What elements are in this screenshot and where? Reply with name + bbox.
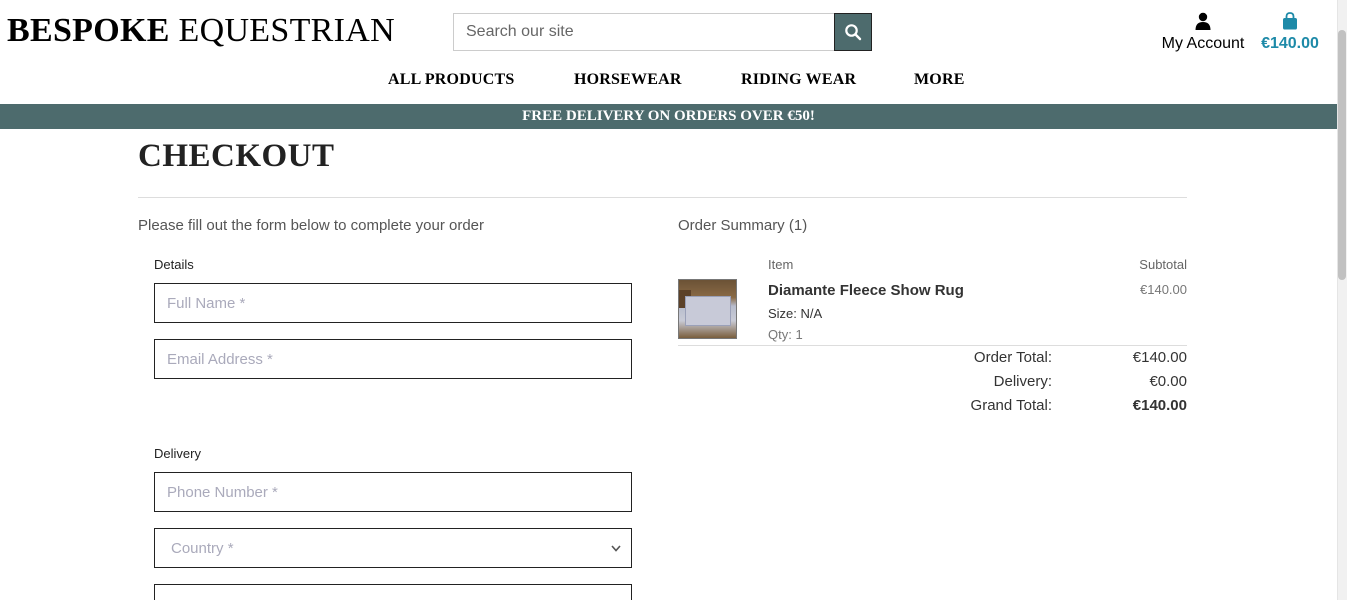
phone-field[interactable] (154, 472, 632, 512)
delivery-cost-value: €0.00 (1149, 373, 1187, 390)
product-size: Size: N/A (768, 306, 823, 321)
country-select-value: Country * (171, 539, 234, 557)
product-name: Diamante Fleece Show Rug (768, 282, 964, 299)
address-field[interactable] (154, 584, 632, 600)
nav-riding-wear[interactable]: RIDING WEAR (741, 71, 856, 89)
grand-total-value: €140.00 (1132, 397, 1187, 414)
grand-total-label: Grand Total: (970, 397, 1052, 414)
product-thumbnail[interactable] (678, 279, 737, 339)
subtotal-column-header: Subtotal (1139, 257, 1187, 272)
order-total-value: €140.00 (1132, 349, 1187, 366)
form-intro-text: Please fill out the form below to comple… (138, 217, 485, 234)
shopping-bag-icon (1259, 12, 1321, 32)
page-title: CHECKOUT (138, 138, 335, 174)
product-price: €140.00 (1140, 282, 1187, 297)
order-summary-title: Order Summary (1) (678, 217, 808, 234)
user-icon (1160, 12, 1246, 32)
summary-divider (678, 345, 1187, 346)
my-account-label: My Account (1161, 35, 1245, 52)
item-column-header: Item (768, 257, 794, 272)
brand-rest-text: EQUESTRIAN (178, 12, 395, 49)
order-total-label: Order Total: (973, 349, 1052, 366)
chevron-down-icon (611, 541, 621, 555)
nav-horsewear[interactable]: HORSEWEAR (574, 71, 682, 89)
search-icon (845, 24, 862, 41)
brand-logo[interactable]: BESPOKE EQUESTRIAN (7, 12, 395, 50)
shopping-bag-link[interactable]: €140.00 (1259, 12, 1321, 53)
delivery-cost-label: Delivery: (993, 373, 1052, 390)
delivery-banner: FREE DELIVERY ON ORDERS OVER €50! (0, 104, 1337, 129)
delivery-label: Delivery (154, 446, 201, 461)
search-button[interactable] (834, 13, 872, 51)
page-scrollbar[interactable] (1337, 0, 1347, 600)
nav-all-products[interactable]: ALL PRODUCTS (388, 71, 514, 89)
details-label: Details (154, 257, 194, 272)
search-bar (453, 13, 872, 51)
country-select[interactable]: Country * (154, 528, 632, 568)
nav-more[interactable]: MORE (914, 71, 965, 89)
brand-bold-text: BESPOKE (7, 12, 170, 49)
email-field[interactable] (154, 339, 632, 379)
full-name-field[interactable] (154, 283, 632, 323)
divider (138, 197, 1187, 198)
cart-total: €140.00 (1261, 35, 1319, 52)
my-account-link[interactable]: My Account (1160, 12, 1246, 53)
scrollbar-thumb[interactable] (1338, 30, 1346, 280)
product-qty: Qty: 1 (768, 327, 803, 342)
main-nav: ALL PRODUCTS HORSEWEAR RIDING WEAR MORE (0, 71, 1337, 93)
search-input[interactable] (453, 13, 834, 51)
